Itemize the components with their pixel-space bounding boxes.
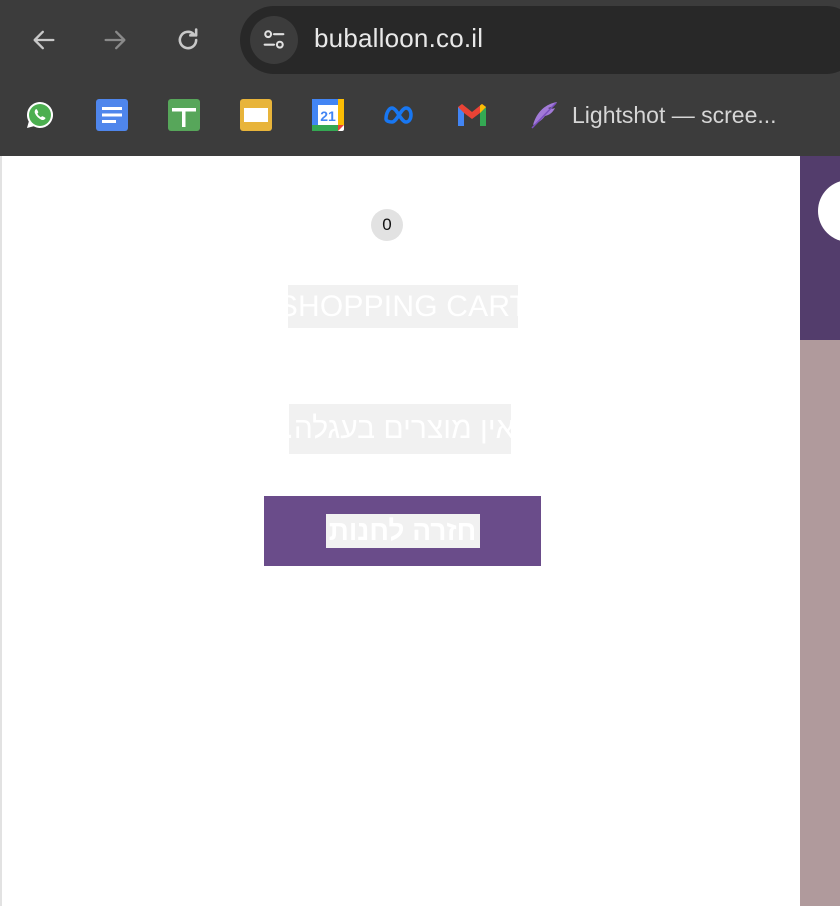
empty-cart-message: אין מוצרים בעגלה. bbox=[286, 404, 514, 454]
forward-arrow-icon bbox=[104, 30, 126, 50]
whatsapp-icon bbox=[24, 99, 56, 131]
bookmark-meta[interactable] bbox=[382, 98, 418, 132]
bookmark-lightshot[interactable]: Lightshot — scree... bbox=[528, 98, 777, 132]
google-calendar-icon: 21 bbox=[312, 99, 344, 131]
svg-text:21: 21 bbox=[320, 108, 336, 124]
side-panel bbox=[800, 156, 840, 906]
google-sheets-icon bbox=[168, 99, 200, 131]
shopping-cart-title: SHOPPING CART bbox=[278, 285, 528, 328]
site-info-button[interactable] bbox=[250, 16, 298, 64]
google-docs-icon bbox=[96, 99, 128, 131]
bookmarks-bar: 21 Lightshot — scree... bbox=[0, 80, 840, 154]
gmail-icon bbox=[456, 99, 488, 131]
browser-toolbar: buballoon.co.il bbox=[0, 0, 840, 80]
address-bar[interactable]: buballoon.co.il bbox=[240, 6, 840, 74]
site-settings-icon bbox=[263, 30, 285, 49]
cart-page: 0 SHOPPING CART אין מוצרים בעגלה. חזרה ל… bbox=[0, 156, 840, 906]
cart-count-badge: 0 bbox=[371, 209, 403, 241]
google-slides-icon bbox=[240, 99, 272, 131]
forward-button[interactable] bbox=[97, 22, 133, 58]
bookmark-whatsapp[interactable] bbox=[24, 98, 56, 132]
url-text[interactable]: buballoon.co.il bbox=[314, 23, 483, 54]
return-to-shop-button[interactable]: חזרה לחנות bbox=[264, 496, 541, 566]
logo-icon bbox=[818, 180, 840, 242]
bookmark-google-docs[interactable] bbox=[96, 98, 128, 132]
side-panel-header bbox=[800, 156, 840, 340]
bookmark-label: Lightshot — scree... bbox=[572, 101, 777, 128]
back-button[interactable] bbox=[26, 22, 62, 58]
return-to-shop-label: חזרה לחנות bbox=[325, 514, 480, 548]
bookmark-google-calendar[interactable]: 21 bbox=[312, 98, 344, 132]
reload-icon bbox=[178, 28, 198, 50]
feather-icon bbox=[528, 99, 560, 131]
bookmark-google-slides[interactable] bbox=[240, 98, 272, 132]
bookmark-google-sheets[interactable] bbox=[168, 98, 200, 132]
back-arrow-icon bbox=[33, 30, 55, 50]
bookmark-gmail[interactable] bbox=[456, 98, 488, 132]
meta-icon bbox=[382, 99, 418, 131]
browser-chrome: buballoon.co.il 21 Lightshot — scree... bbox=[0, 0, 840, 156]
reload-button[interactable] bbox=[170, 22, 206, 58]
